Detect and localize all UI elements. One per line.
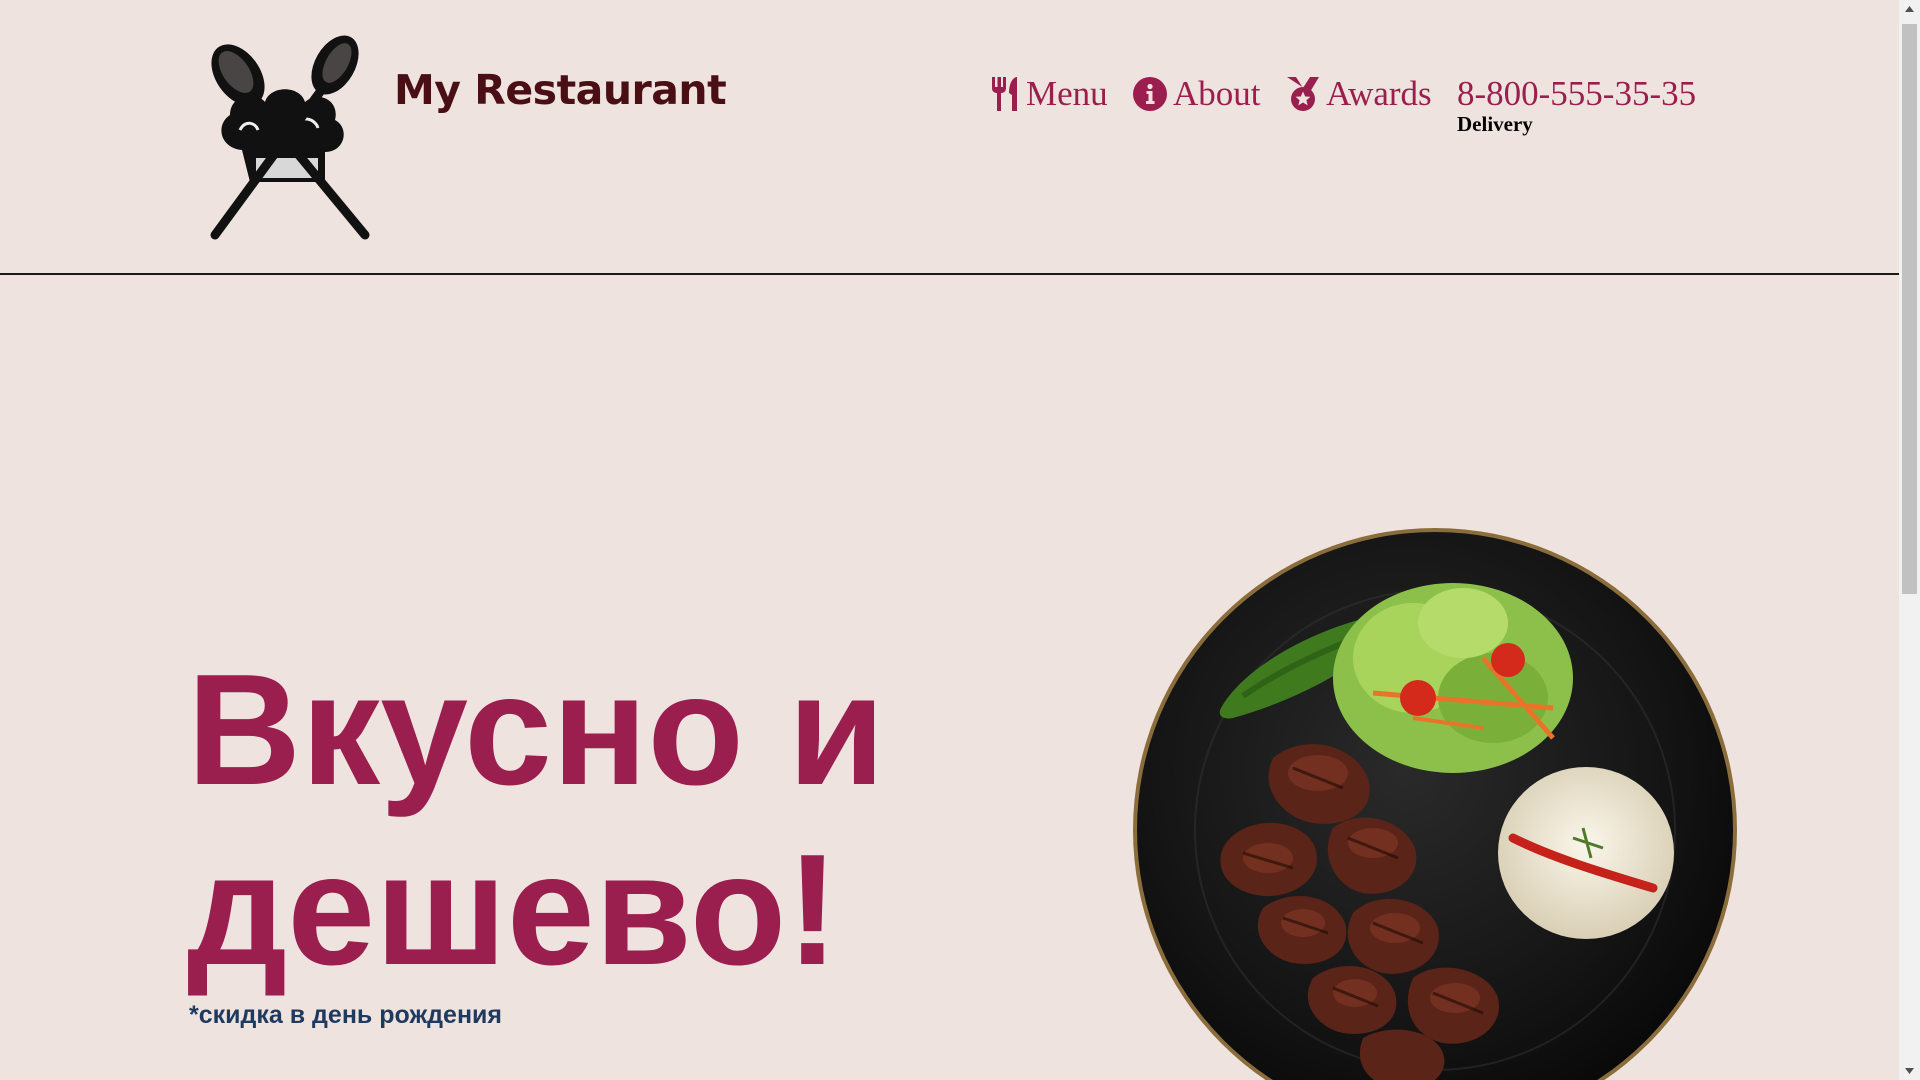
hero-note: *скидка в день рождения	[189, 1001, 503, 1029]
nav-about-label: About	[1173, 74, 1261, 113]
scrollbar-thumb[interactable]	[1902, 24, 1917, 594]
scroll-down-arrow-icon[interactable]	[1899, 1062, 1920, 1080]
hero-title-line-1: Вкусно и	[187, 642, 885, 818]
logo[interactable]	[200, 30, 375, 245]
info-circle-icon	[1133, 77, 1167, 111]
brand-name: My Restaurant	[394, 66, 727, 114]
nav-awards-label: Awards	[1326, 74, 1432, 113]
nav-menu-label: Menu	[1026, 74, 1108, 113]
page: My Restaurant Menu About Awards 8-800-55…	[0, 0, 1899, 1080]
scroll-up-arrow-icon[interactable]	[1899, 0, 1920, 18]
chef-hat-spoons-logo-icon	[210, 35, 370, 240]
contact-block: 8-800-555-35-35 Delivery	[1457, 74, 1696, 137]
nav-menu[interactable]: Menu	[990, 74, 1108, 114]
utensils-icon	[992, 77, 1017, 111]
site-header: My Restaurant Menu About Awards 8-800-55…	[0, 0, 1899, 275]
hero-title-line-2: дешево!	[187, 822, 839, 998]
delivery-label: Delivery	[1457, 112, 1533, 136]
nav-about[interactable]: About	[1133, 74, 1261, 114]
medal-icon	[1287, 77, 1319, 111]
phone-link[interactable]: 8-800-555-35-35	[1457, 74, 1696, 114]
nav-awards[interactable]: Awards	[1286, 74, 1432, 114]
vertical-scrollbar[interactable]	[1899, 0, 1920, 1080]
grilled-meat-plate-image	[1133, 528, 1737, 1080]
hero-title: Вкусно и дешево!	[187, 640, 987, 1000]
